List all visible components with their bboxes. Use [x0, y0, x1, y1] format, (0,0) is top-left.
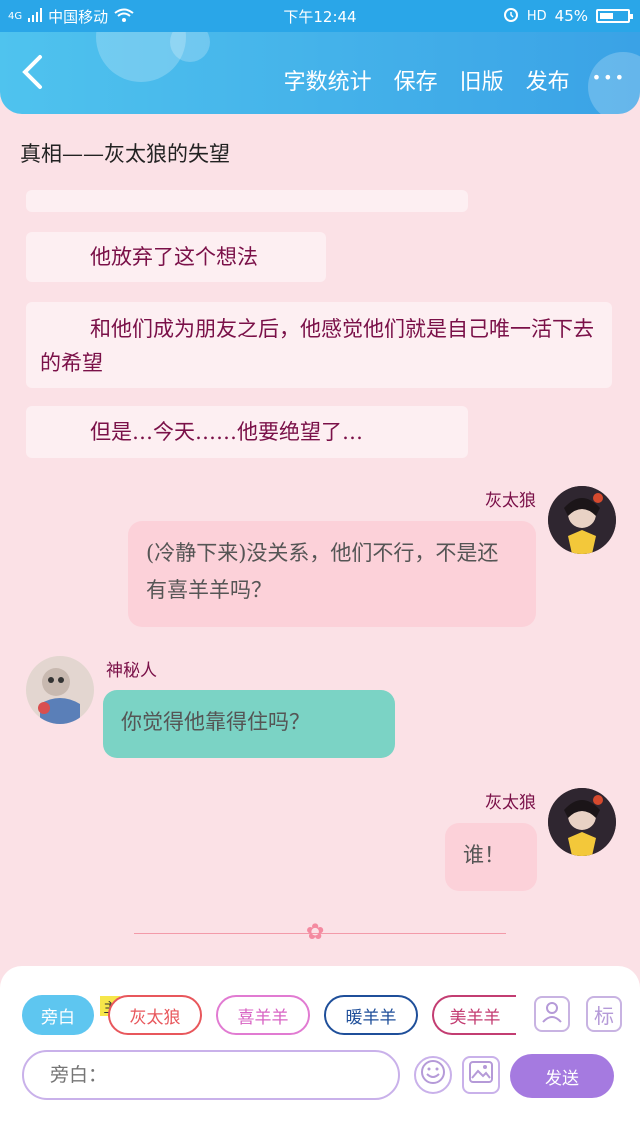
character-chip-label: 灰太狼	[129, 1007, 181, 1028]
avatar[interactable]	[548, 788, 616, 856]
character-chip[interactable]: 暖羊羊	[324, 995, 418, 1035]
alarm-icon	[503, 6, 519, 26]
sender-name: 灰太狼	[485, 491, 536, 511]
back-icon[interactable]	[20, 54, 50, 94]
word-count-button[interactable]: 字数统计	[284, 64, 372, 96]
flower-icon: ✿	[306, 920, 325, 945]
story-title: 真相——灰太狼的失望	[20, 142, 230, 166]
character-chip[interactable]: 美羊羊	[432, 995, 516, 1035]
image-icon	[469, 1061, 493, 1089]
character-chip-label: 暖羊羊	[345, 1007, 397, 1028]
more-menu-button[interactable]: •••	[592, 64, 626, 96]
narration-block[interactable]: 但是…今天……他要绝望了…	[26, 406, 468, 458]
send-button[interactable]: 发送	[510, 1054, 614, 1098]
smile-icon	[420, 1059, 446, 1091]
narration-block[interactable]: 和他们成为朋友之后，他感觉他们就是自己唯一活下去的希望	[26, 302, 612, 388]
character-chip-label: 美羊羊	[449, 1007, 501, 1028]
emoji-button[interactable]	[414, 1056, 452, 1094]
character-chip[interactable]: 喜羊羊	[216, 995, 310, 1035]
sender-name: 灰太狼	[485, 793, 536, 813]
narration-block[interactable]: 他放弃了这个想法	[26, 232, 326, 282]
narration-text: 他放弃了这个想法	[90, 245, 258, 269]
status-bar: 4G 中国移动 下午12:44 HD 45%	[0, 0, 640, 32]
publish-button[interactable]: 发布	[526, 64, 570, 96]
person-icon	[541, 1001, 563, 1028]
battery-icon	[596, 9, 633, 23]
message-text: 你觉得他靠得住吗？	[121, 710, 310, 734]
narration-text: 但是…今天……他要绝望了…	[90, 420, 363, 444]
save-button[interactable]: 保存	[394, 64, 438, 96]
message-text: 谁！	[463, 843, 505, 867]
narration-block[interactable]	[26, 190, 468, 212]
message-text: (冷静下来)没关系，他们不行，不是还有喜羊羊吗？	[146, 541, 499, 602]
add-character-button[interactable]	[534, 996, 570, 1032]
tag-button[interactable]: 标	[586, 996, 622, 1032]
character-chip-label: 喜羊羊	[237, 1007, 289, 1028]
narrator-chip[interactable]: 旁白	[22, 995, 94, 1035]
message-bubble-left[interactable]: 你觉得他靠得住吗？	[103, 690, 395, 758]
avatar[interactable]	[548, 486, 616, 554]
message-bubble-right[interactable]: (冷静下来)没关系，他们不行，不是还有喜羊羊吗？	[128, 521, 536, 627]
sender-name: 神秘人	[106, 661, 157, 681]
message-input[interactable]	[22, 1050, 400, 1100]
battery-percent: 45%	[554, 7, 588, 25]
hd-label: HD	[526, 8, 547, 24]
narrator-chip-label: 旁白	[41, 1007, 75, 1028]
message-bubble-right[interactable]: 谁！	[445, 823, 537, 891]
character-chip[interactable]: 灰太狼	[108, 995, 202, 1035]
send-label: 发送	[545, 1068, 579, 1089]
old-version-button[interactable]: 旧版	[460, 64, 504, 96]
avatar[interactable]	[26, 656, 94, 724]
narration-text: 和他们成为朋友之后，他感觉他们就是自己唯一活下去的希望	[40, 317, 594, 375]
tag-button-label: 标	[594, 1003, 614, 1028]
app-header: 字数统计 保存 旧版 发布 •••	[0, 32, 640, 114]
image-button[interactable]	[462, 1056, 500, 1094]
